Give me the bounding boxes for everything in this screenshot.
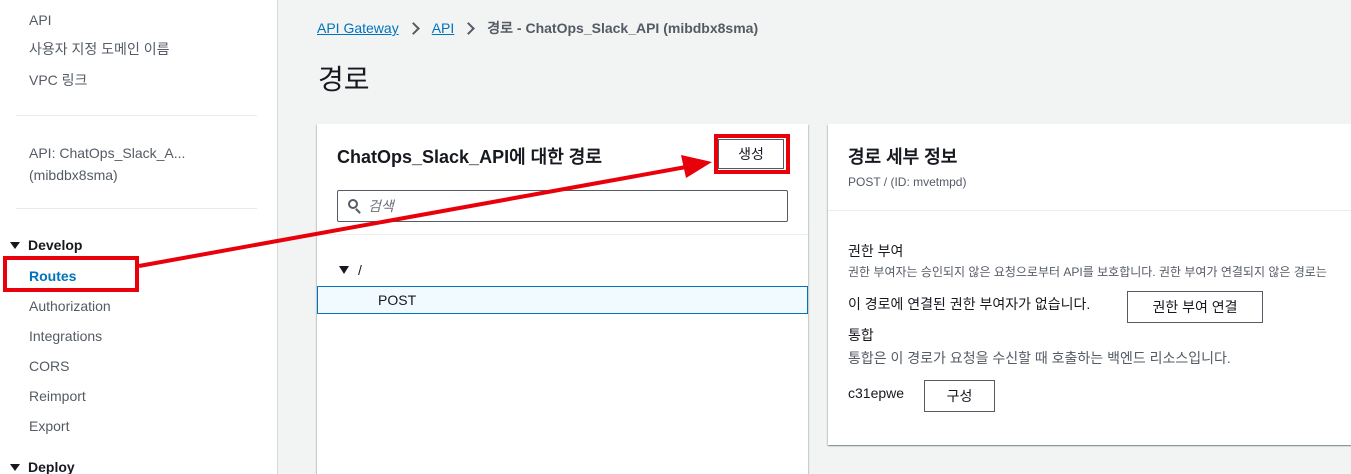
route-tree-root[interactable]: /: [339, 262, 362, 278]
sidebar-section-label: Develop: [28, 237, 83, 253]
route-details-panel: 경로 세부 정보 POST / (ID: mvetmpd) 권한 부여 권한 부…: [828, 124, 1351, 445]
breadcrumb: API Gateway API 경로 - ChatOps_Slack_API (…: [317, 18, 758, 38]
route-method-label: POST: [378, 292, 417, 308]
sidebar-divider: [16, 115, 257, 116]
sidebar-item-export[interactable]: Export: [29, 417, 69, 435]
caret-down-icon: [10, 242, 20, 249]
route-path-label: /: [358, 262, 362, 278]
sidebar-section-deploy[interactable]: Deploy: [10, 459, 75, 474]
caret-down-icon: [339, 266, 349, 274]
sidebar-item-integrations[interactable]: Integrations: [29, 327, 102, 345]
panel-divider: [317, 234, 808, 235]
route-details-title: 경로 세부 정보: [848, 147, 958, 167]
sidebar-divider: [16, 208, 257, 209]
attach-authorizer-button[interactable]: 권한 부여 연결: [1127, 291, 1263, 323]
chevron-right-icon: [406, 21, 420, 35]
routes-panel: ChatOps_Slack_API에 대한 경로 생성 / POST: [317, 124, 808, 474]
sidebar-section-develop[interactable]: Develop: [10, 237, 82, 253]
authorization-status: 이 경로에 연결된 권한 부여자가 없습니다.: [848, 296, 1091, 312]
sidebar-item-cors[interactable]: CORS: [29, 357, 69, 375]
sidebar-api-name: API: ChatOps_Slack_A...: [29, 145, 186, 161]
sidebar-item-vpc-links[interactable]: VPC 링크: [29, 71, 87, 89]
breadcrumb-link-api[interactable]: API: [432, 20, 455, 36]
panel-divider: [828, 210, 1351, 211]
integration-id: c31epwe: [848, 385, 905, 401]
route-details-subtitle: POST / (ID: mvetmpd): [848, 175, 967, 189]
search-box[interactable]: [337, 190, 788, 222]
sidebar-api-id: (mibdbx8sma): [29, 167, 118, 183]
caret-down-icon: [10, 464, 20, 471]
page-title: 경로: [318, 64, 370, 95]
search-input[interactable]: [368, 192, 768, 220]
sidebar-item-routes[interactable]: Routes: [29, 267, 76, 285]
sidebar-item-api[interactable]: API: [29, 11, 52, 29]
breadcrumb-link-api-gateway[interactable]: API Gateway: [317, 20, 399, 36]
configure-integration-button[interactable]: 구성: [924, 380, 995, 412]
route-method-post[interactable]: POST: [317, 286, 808, 314]
authorization-heading: 권한 부여: [848, 243, 904, 259]
sidebar-api-selector[interactable]: API: ChatOps_Slack_A... (mibdbx8sma): [29, 142, 229, 186]
authorization-description: 권한 부여자는 승인되지 않은 요청으로부터 API를 보호합니다. 권한 부여…: [848, 265, 1327, 279]
breadcrumb-current: 경로 - ChatOps_Slack_API (mibdbx8sma): [487, 20, 759, 36]
sidebar-item-custom-domain[interactable]: 사용자 지정 도메인 이름: [29, 40, 169, 58]
routes-panel-title: ChatOps_Slack_API에 대한 경로: [337, 147, 602, 167]
sidebar-section-label: Deploy: [28, 459, 75, 474]
sidebar-item-reimport[interactable]: Reimport: [29, 387, 86, 405]
sidebar-item-authorization[interactable]: Authorization: [29, 297, 111, 315]
create-route-button[interactable]: 생성: [718, 139, 784, 169]
integration-description: 통합은 이 경로가 요청을 수신할 때 호출하는 백엔드 리소스입니다.: [848, 350, 1231, 366]
chevron-right-icon: [462, 21, 476, 35]
integration-heading: 통합: [848, 327, 874, 343]
search-icon: [338, 191, 368, 221]
sidebar: API 사용자 지정 도메인 이름 VPC 링크 API: ChatOps_Sl…: [0, 0, 278, 474]
